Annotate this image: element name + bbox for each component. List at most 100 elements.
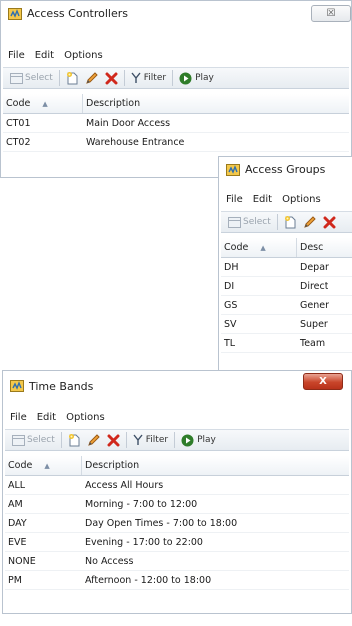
sort-ascending-icon: ▲ [44, 461, 50, 470]
table-row[interactable]: EVE Evening - 17:00 to 22:00 [5, 533, 349, 552]
menu-file[interactable]: File [5, 412, 32, 423]
description-cell: Depar [300, 261, 329, 273]
edit-button[interactable] [84, 431, 104, 449]
code-cell: TL [224, 337, 236, 349]
play-button[interactable]: Play [176, 69, 217, 87]
play-label: Play [195, 73, 214, 83]
new-record-icon [68, 433, 81, 447]
access-controllers-window: Access Controllers ☒ File Edit Options S… [0, 0, 352, 178]
table-row[interactable]: DAY Day Open Times - 7:00 to 18:00 [5, 514, 349, 533]
table-row[interactable]: DH Depar [221, 258, 352, 277]
filter-label: Filter [145, 435, 169, 445]
column-header-code[interactable]: Code ▲ [221, 238, 297, 257]
title-bar[interactable]: Time Bands X [3, 371, 351, 399]
access-groups-window: Access Groups File Edit Options Select C… [218, 156, 352, 378]
filter-button[interactable]: Filter [130, 431, 171, 449]
title-bar[interactable]: Access Controllers ☒ [1, 1, 351, 27]
column-header-description[interactable]: Description [82, 460, 139, 471]
column-code-label: Code [6, 98, 31, 109]
close-button[interactable]: X [303, 373, 343, 390]
table-row[interactable]: CT01 Main Door Access [3, 114, 349, 133]
app-icon [226, 164, 240, 176]
new-record-icon [66, 71, 79, 85]
play-label: Play [197, 435, 216, 445]
menu-edit[interactable]: Edit [32, 412, 61, 423]
table-row[interactable]: PM Afternoon - 12:00 to 18:00 [5, 571, 349, 590]
code-cell: AM [8, 498, 23, 510]
delete-button[interactable] [102, 69, 121, 87]
close-icon: X [319, 376, 327, 387]
edit-button[interactable] [300, 213, 320, 231]
menu-edit[interactable]: Edit [30, 50, 59, 61]
delete-x-icon [323, 216, 336, 229]
table-row[interactable]: NONE No Access [5, 552, 349, 571]
edit-button[interactable] [82, 69, 102, 87]
description-cell: Morning - 7:00 to 12:00 [85, 498, 198, 510]
filter-icon [131, 72, 141, 84]
description-cell: No Access [85, 555, 134, 567]
select-icon [228, 216, 241, 228]
toolbar-separator [174, 432, 176, 448]
toolbar-separator [172, 70, 174, 86]
table-row[interactable]: ALL Access All Hours [5, 476, 349, 495]
menu-edit[interactable]: Edit [248, 194, 277, 205]
table-row[interactable]: CT02 Warehouse Entrance [3, 133, 349, 152]
select-icon [12, 434, 25, 446]
table-row[interactable]: DI Direct [221, 277, 352, 296]
new-button[interactable] [65, 431, 84, 449]
toolbar-separator [58, 70, 60, 86]
menu-options[interactable]: Options [277, 194, 326, 205]
column-code-label: Code [8, 460, 33, 471]
filter-button[interactable]: Filter [128, 69, 169, 87]
description-cell: Day Open Times - 7:00 to 18:00 [85, 517, 238, 529]
description-cell: Afternoon - 12:00 to 18:00 [85, 574, 212, 586]
code-cell: SV [224, 318, 237, 330]
column-header-code[interactable]: Code ▲ [5, 456, 82, 475]
menu-options[interactable]: Options [59, 50, 108, 61]
menu-bar: File Edit Options [3, 47, 349, 63]
window-title: Access Groups [245, 163, 326, 176]
data-grid: Code ▲ Description ALL Access All Hours … [5, 456, 349, 590]
column-header-description[interactable]: Desc [297, 242, 323, 253]
menu-file[interactable]: File [3, 50, 30, 61]
delete-button[interactable] [320, 213, 339, 231]
grid-header: Code ▲ Description [5, 456, 349, 476]
table-row[interactable]: TL Team [221, 334, 352, 353]
delete-button[interactable] [104, 431, 123, 449]
column-header-description[interactable]: Description [83, 98, 140, 109]
column-header-code[interactable]: Code ▲ [3, 94, 83, 113]
play-button[interactable]: Play [178, 431, 219, 449]
time-bands-window: Time Bands X File Edit Options Select Fi… [2, 370, 352, 614]
code-cell: GS [224, 299, 238, 311]
toolbar: Select Filter Play [3, 67, 349, 89]
new-record-icon [284, 215, 297, 229]
menu-options[interactable]: Options [61, 412, 110, 423]
description-cell: Super [300, 318, 328, 330]
description-cell: Warehouse Entrance [86, 136, 185, 148]
close-icon: ☒ [326, 8, 336, 19]
description-cell: Team [300, 337, 326, 349]
sort-ascending-icon: ▲ [260, 243, 266, 252]
close-button[interactable]: ☒ [311, 5, 351, 22]
data-grid: Code ▲ Desc DH Depar DI Direct GS Gener … [221, 238, 352, 353]
grid-header: Code ▲ Description [3, 94, 349, 114]
select-button[interactable]: Select [7, 69, 56, 87]
window-title: Access Controllers [27, 7, 128, 20]
app-icon [8, 8, 22, 20]
table-row[interactable]: SV Super [221, 315, 352, 334]
select-button[interactable]: Select [9, 431, 58, 449]
title-bar[interactable]: Access Groups [219, 157, 352, 183]
menu-file[interactable]: File [221, 194, 248, 205]
table-row[interactable]: AM Morning - 7:00 to 12:00 [5, 495, 349, 514]
toolbar: Select [221, 211, 352, 233]
code-cell: PM [8, 574, 22, 586]
description-cell: Gener [300, 299, 329, 311]
new-button[interactable] [63, 69, 82, 87]
delete-x-icon [105, 72, 118, 85]
select-button[interactable]: Select [225, 213, 274, 231]
description-cell: Direct [300, 280, 329, 292]
toolbar-separator [123, 70, 125, 86]
table-row[interactable]: GS Gener [221, 296, 352, 315]
select-label: Select [27, 435, 55, 445]
new-button[interactable] [281, 213, 300, 231]
